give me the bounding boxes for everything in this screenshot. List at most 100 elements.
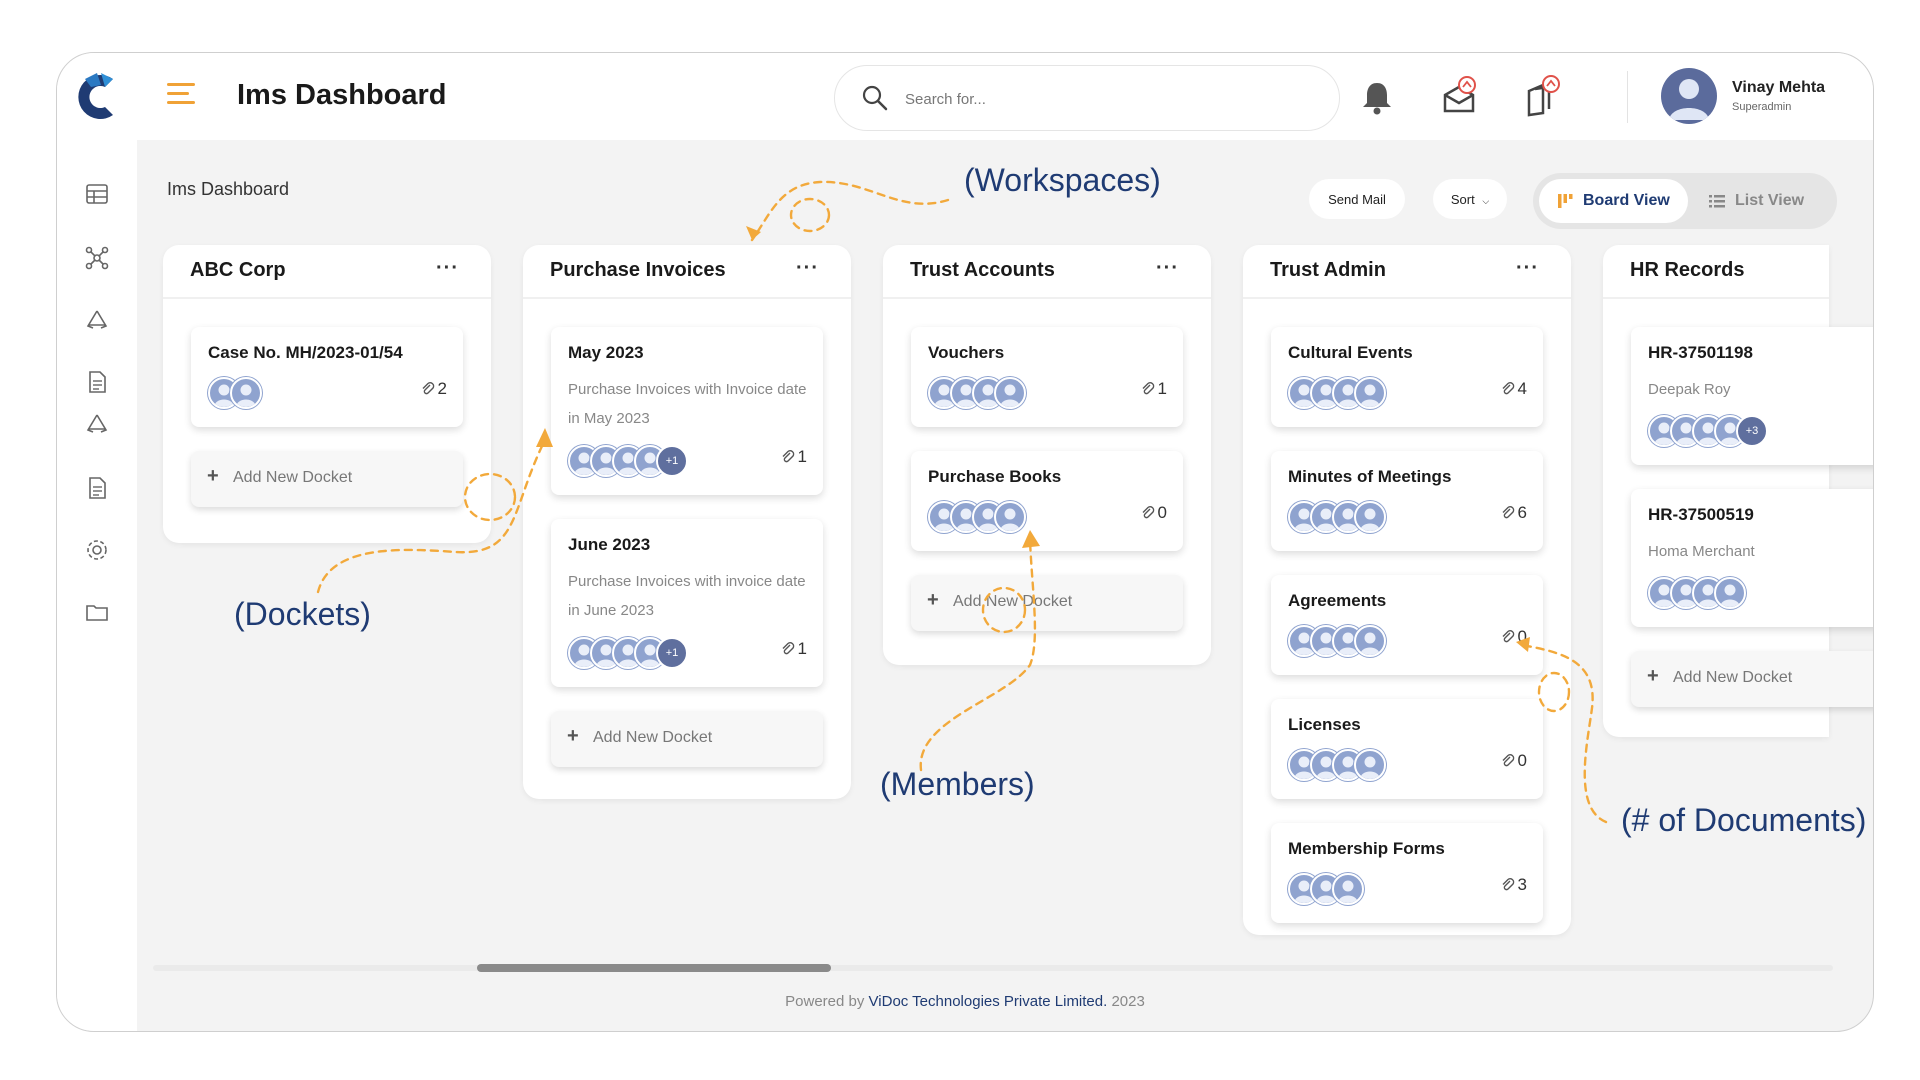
send-mail-button[interactable]: Send Mail — [1309, 179, 1405, 219]
docket-title: Vouchers — [928, 343, 1005, 362]
docket-card[interactable]: Minutes of Meetings 6 — [1271, 451, 1543, 551]
workspace-menu-button[interactable]: ··· — [1516, 257, 1539, 280]
recycle-icon[interactable] — [83, 410, 111, 438]
docket-title: June 2023 — [568, 535, 651, 554]
user-avatar[interactable] — [1661, 68, 1717, 124]
footer-company[interactable]: ViDoc Technologies Private Limited. — [869, 993, 1108, 1010]
member-avatar[interactable] — [1332, 873, 1364, 905]
docket-title: Licenses — [1288, 715, 1361, 734]
list-view-button[interactable]: List View — [1691, 179, 1822, 223]
workspace-header: Trust Admin ··· — [1243, 245, 1571, 299]
workspace-title[interactable]: ABC Corp — [190, 259, 286, 282]
bell-icon[interactable] — [1357, 75, 1397, 119]
docket-title: Agreements — [1288, 591, 1387, 610]
sort-button[interactable]: Sort ⌵ — [1433, 179, 1507, 219]
add-new-docket-button[interactable]: + Add New Docket — [551, 711, 823, 767]
docket-card[interactable]: Vouchers 1 — [911, 327, 1183, 427]
recycle-icon[interactable] — [83, 306, 111, 334]
docket-card[interactable]: HR-37500519 Homa Merchant — [1631, 489, 1873, 627]
workspace-header: HR Records — [1603, 245, 1829, 299]
board-view-label: Board View — [1583, 192, 1670, 209]
document-count-value: 0 — [1157, 503, 1167, 522]
workspace-column: ABC Corp ··· Case No. MH/2023-01/54 2 + Add N… — [163, 245, 491, 543]
dashboard-icon[interactable] — [83, 180, 111, 208]
document-count: 3 — [1501, 875, 1527, 895]
docket-title: Membership Forms — [1288, 839, 1445, 858]
view-toggle: Board View List View — [1533, 173, 1837, 229]
document-count-value: 0 — [1517, 627, 1527, 646]
annotation-documents: (# of Documents) — [1621, 802, 1867, 838]
paperclip-icon — [1142, 382, 1154, 395]
paperclip-icon — [422, 382, 434, 395]
workspace-header: Trust Accounts ··· — [883, 245, 1211, 299]
docket-card[interactable]: Purchase Books 0 — [911, 451, 1183, 551]
docket-title: HR-37500519 — [1648, 505, 1754, 524]
workspace-title[interactable]: Trust Accounts — [910, 259, 1055, 282]
paperclip-icon — [1502, 878, 1514, 891]
member-avatar[interactable] — [994, 501, 1026, 533]
plus-icon: + — [207, 465, 219, 487]
workspace-title[interactable]: Trust Admin — [1270, 259, 1386, 282]
docket-card[interactable]: Agreements 0 — [1271, 575, 1543, 675]
horizontal-scrollbar[interactable] — [477, 964, 831, 972]
search-input[interactable] — [903, 84, 1307, 114]
workspace-title[interactable]: Purchase Invoices — [550, 259, 726, 282]
member-avatar[interactable] — [1354, 625, 1386, 657]
docket-title: HR-37501198 — [1648, 343, 1753, 362]
workspace-menu-button[interactable]: ··· — [1156, 257, 1179, 280]
document-count-value: 4 — [1517, 379, 1527, 398]
document-count-value: 0 — [1517, 751, 1527, 770]
board-view-button[interactable]: Board View — [1539, 179, 1688, 223]
page-title: Ims Dashboard — [237, 79, 447, 111]
workspace-menu-button[interactable]: ··· — [436, 257, 459, 280]
sort-label: Sort — [1450, 191, 1475, 207]
add-new-docket-label: Add New Docket — [593, 729, 713, 746]
docket-card[interactable]: Case No. MH/2023-01/54 2 — [191, 327, 463, 427]
search-bar[interactable] — [834, 65, 1340, 131]
file-icon[interactable] — [83, 368, 111, 396]
docket-card[interactable]: HR-37501198 Deepak Roy +3 — [1631, 327, 1873, 465]
docket-description: Purchase Invoices with Invoice date in M… — [568, 381, 807, 427]
add-new-docket-button[interactable]: + Add New Docket — [1631, 651, 1873, 707]
footer-year: 2023 — [1111, 993, 1145, 1010]
logo-icon — [78, 73, 113, 120]
menu-icon[interactable] — [167, 83, 195, 107]
add-new-docket-label: Add New Docket — [953, 593, 1073, 610]
docket-card[interactable]: Cultural Events 4 — [1271, 327, 1543, 427]
document-count: 0 — [1501, 627, 1527, 647]
add-new-docket-button[interactable]: + Add New Docket — [911, 575, 1183, 631]
docket-card[interactable]: Membership Forms 3 — [1271, 823, 1543, 923]
settings-icon[interactable] — [83, 536, 111, 564]
sidebar — [57, 140, 137, 1031]
docket-card[interactable]: Licenses 0 — [1271, 699, 1543, 799]
folder-icon[interactable] — [83, 598, 111, 626]
workspace-menu-button[interactable]: ··· — [796, 257, 819, 280]
add-new-docket-button[interactable]: + Add New Docket — [191, 451, 463, 507]
file-icon[interactable] — [83, 474, 111, 502]
network-icon[interactable] — [83, 244, 111, 272]
document-count-value: 3 — [1517, 875, 1527, 894]
mail-alert-icon[interactable] — [1439, 75, 1479, 119]
breadcrumb: Ims Dashboard — [167, 179, 290, 199]
footer: Powered by ViDoc Technologies Private Li… — [57, 993, 1873, 1010]
member-avatar[interactable] — [1714, 577, 1746, 609]
document-count: 0 — [1501, 751, 1527, 771]
more-members-badge[interactable]: +1 — [656, 637, 688, 669]
docket-card[interactable]: June 2023 Purchase Invoices with invoice … — [551, 519, 823, 687]
document-alert-icon[interactable] — [1521, 75, 1561, 119]
top-bar: Ims Dashboard Search for... Vinay Mehta … — [57, 53, 1873, 140]
member-avatar[interactable] — [230, 377, 262, 409]
member-avatar[interactable] — [1354, 377, 1386, 409]
user-avatar-icon — [1669, 79, 1709, 120]
member-avatar[interactable] — [994, 377, 1026, 409]
paperclip-icon — [782, 642, 794, 655]
docket-card[interactable]: May 2023 Purchase Invoices with Invoice d… — [551, 327, 823, 495]
more-members-badge[interactable]: +1 — [656, 445, 688, 477]
member-avatar[interactable] — [1354, 501, 1386, 533]
workspace-title[interactable]: HR Records — [1630, 259, 1744, 282]
member-avatar[interactable] — [1354, 749, 1386, 781]
docket-title: Case No. MH/2023-01/54 — [208, 343, 403, 362]
annotation-workspaces: (Workspaces) — [964, 162, 1161, 198]
more-members-badge[interactable]: +3 — [1736, 415, 1768, 447]
docket-title: Minutes of Meetings — [1288, 467, 1452, 486]
